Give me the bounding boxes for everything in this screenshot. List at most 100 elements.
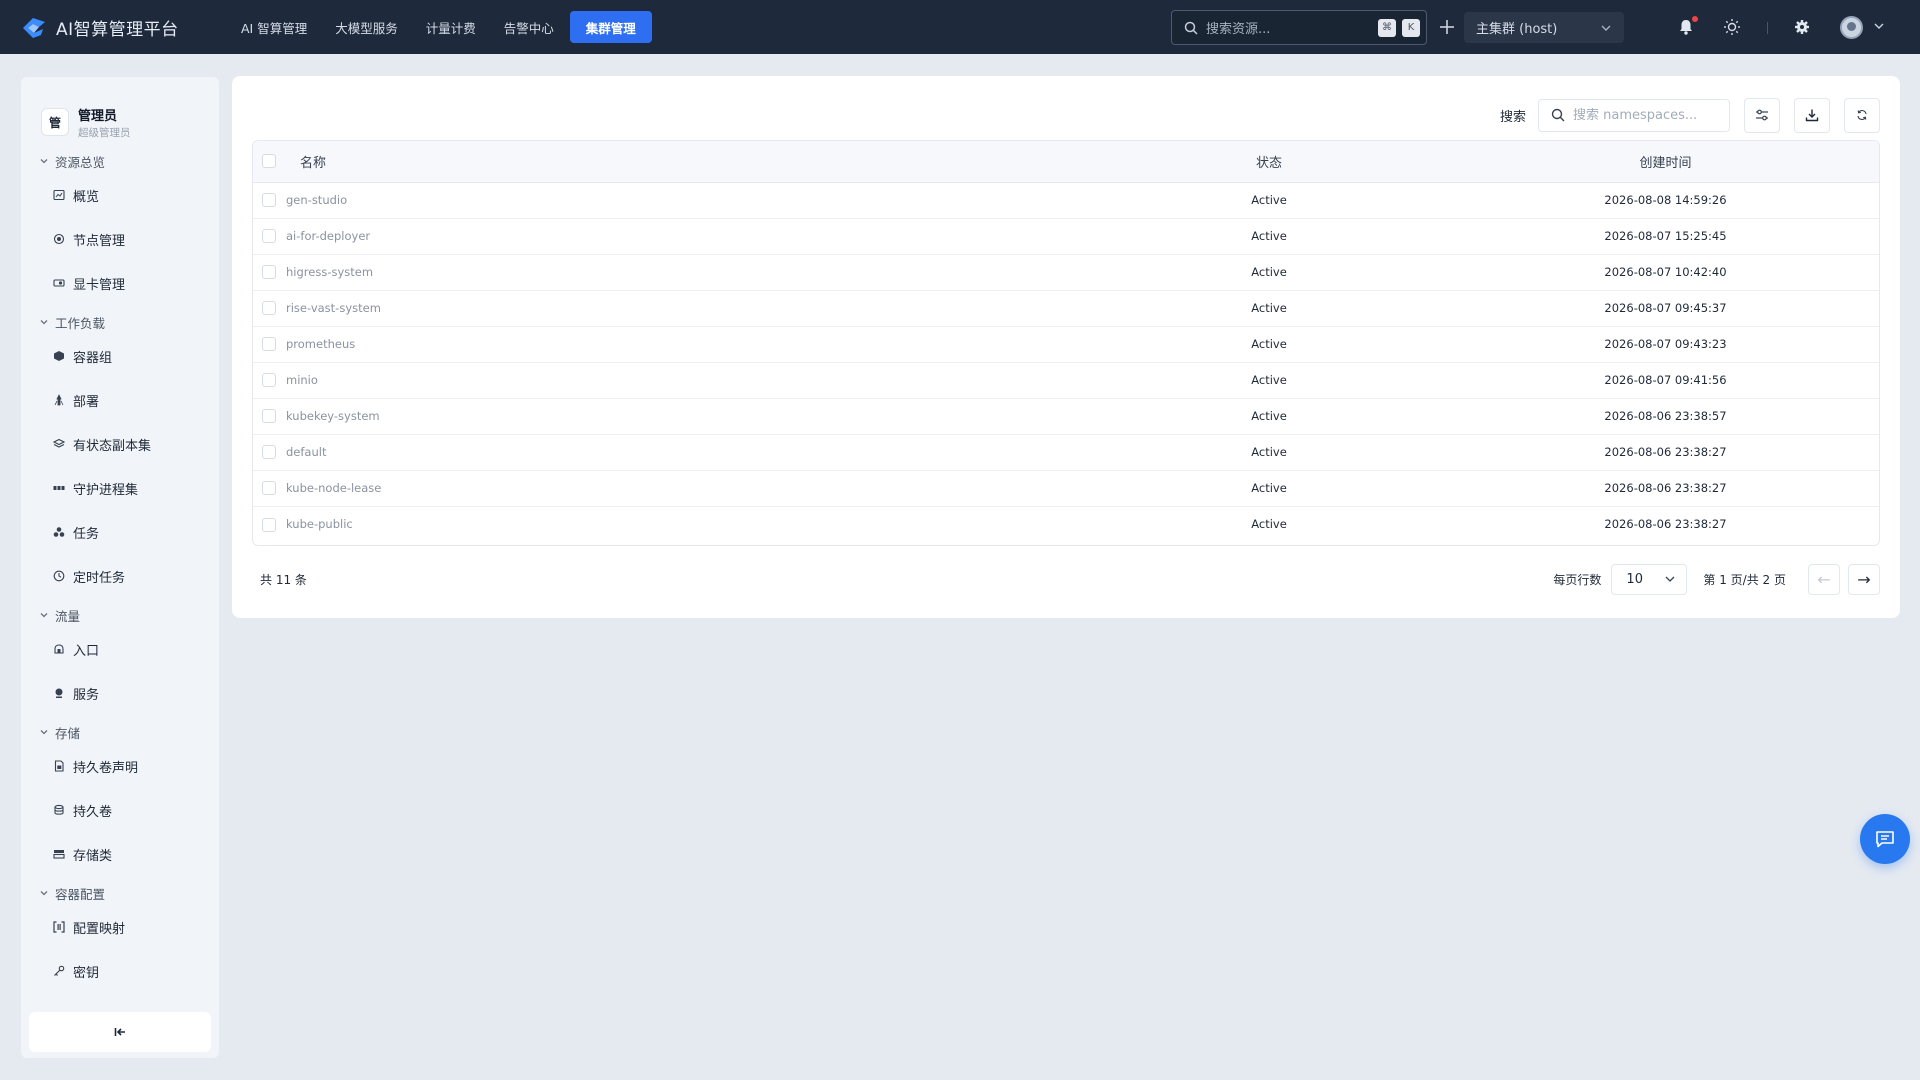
row-checkbox[interactable] [262,301,276,316]
column-header-status[interactable]: 状态 [1086,141,1452,183]
row-checkbox[interactable] [262,193,276,208]
sidebar-item-pods[interactable]: 容器组 [21,342,219,370]
sidebar-item-daemonsets[interactable]: 守护进程集 [21,474,219,502]
sidebar-group-label: 资源总览 [55,154,106,170]
table-row[interactable]: minio Active 2026-08-07 09:41:56 [253,362,1879,399]
table-row[interactable]: kubekey-system Active 2026-08-06 23:38:5… [253,398,1879,435]
namespace-name[interactable]: minio [286,362,1086,399]
table-row[interactable]: higress-system Active 2026-08-07 10:42:4… [253,254,1879,291]
shortcut-key-cmd: ⌘ [1378,18,1396,37]
top-bar: AI智算管理平台 AI 智算管理 大模型服务 计量计费 告警中心 集群管理 搜索… [0,0,1920,54]
row-checkbox[interactable] [262,481,276,496]
sidebar: 管 管理员 超级管理员 资源总览 概览 节点管理 显卡管理 工作负载 容器组 部… [21,77,219,1058]
namespace-name[interactable]: higress-system [286,254,1086,291]
column-header-name[interactable]: 名称 [286,141,1086,183]
sidebar-item-pvc[interactable]: 持久卷声明 [21,752,219,780]
row-checkbox[interactable] [262,517,276,532]
namespace-status: Active [1086,218,1452,255]
key-icon [54,965,65,976]
sidebar-item-gpu[interactable]: 显卡管理 [21,269,219,297]
rows-per-page-select[interactable]: 10 [1611,563,1688,595]
sidebar-group-label: 容器配置 [55,886,106,902]
column-settings-button[interactable] [1744,97,1780,133]
sidebar-item-secrets[interactable]: 密钥 [21,957,219,985]
row-checkbox[interactable] [262,409,276,424]
sidebar-item-jobs[interactable]: 任务 [21,518,219,546]
row-checkbox[interactable] [262,373,276,388]
sidebar-group-traffic[interactable]: 流量 [21,603,219,627]
search-icon [1551,108,1565,122]
table-row[interactable]: kube-public Active 2026-08-06 23:38:27 [253,506,1879,542]
refresh-icon [1857,110,1867,120]
daemonset-icon [53,486,65,490]
row-checkbox[interactable] [262,265,276,280]
sidebar-group-label: 存储 [55,725,81,741]
namespace-name[interactable]: prometheus [286,326,1086,363]
sidebar-item-cronjobs[interactable]: 定时任务 [21,562,219,590]
service-icon [55,688,63,698]
namespace-name[interactable]: rise-vast-system [286,290,1086,327]
table-row[interactable]: rise-vast-system Active 2026-08-07 09:45… [253,290,1879,327]
refresh-button[interactable] [1844,97,1880,133]
namespace-name[interactable]: kubekey-system [286,398,1086,435]
brand[interactable]: AI智算管理平台 [20,13,203,41]
sun-icon[interactable] [1722,17,1742,37]
sidebar-item-pv[interactable]: 持久卷 [21,796,219,824]
sidebar-item-services[interactable]: 服务 [21,679,219,707]
nav-item-billing[interactable]: 计量计费 [412,11,490,43]
sidebar-item-deployments[interactable]: 部署 [21,386,219,414]
namespace-name[interactable]: ai-for-deployer [286,218,1086,255]
sidebar-group-workloads[interactable]: 工作负载 [21,310,219,334]
chat-assistant-button[interactable] [1860,814,1910,864]
namespace-search-input[interactable] [1573,107,1723,123]
sidebar-group-container-config[interactable]: 容器配置 [21,881,219,905]
nav-item-ai-compute[interactable]: AI 智算管理 [227,11,321,43]
nav-item-alerts[interactable]: 告警中心 [490,11,568,43]
sidebar-item-ingress[interactable]: 入口 [21,635,219,663]
sidebar-item-nodes[interactable]: 节点管理 [21,225,219,253]
sidebar-item-statefulsets[interactable]: 有状态副本集 [21,430,219,458]
sidebar-group-storage[interactable]: 存储 [21,720,219,744]
prev-page-button[interactable]: ← [1808,563,1840,595]
add-icon[interactable] [1436,16,1458,38]
nav-item-cluster-management[interactable]: 集群管理 [569,11,652,43]
row-checkbox[interactable] [262,229,276,244]
namespace-status: Active [1251,517,1287,532]
row-checkbox[interactable] [262,445,276,460]
global-search-placeholder: 搜索资源... [1206,22,1271,37]
sidebar-item-overview[interactable]: 概览 [21,181,219,209]
configmap-icon [53,921,65,933]
column-header-created[interactable]: 创建时间 [1452,141,1879,183]
chevron-down-icon[interactable] [1872,19,1886,33]
cluster-select[interactable]: 主集群 (host) [1464,12,1624,43]
sidebar-item-storageclass[interactable]: 存储类 [21,840,219,868]
select-all-checkbox[interactable] [262,154,276,169]
search-label: 搜索 [1499,109,1526,125]
row-checkbox[interactable] [262,337,276,352]
table-header-row: 名称 状态 创建时间 [253,141,1879,183]
table-row[interactable]: kube-node-lease Active 2026-08-06 23:38:… [253,470,1879,507]
table-row[interactable]: prometheus Active 2026-08-07 09:43:23 [253,326,1879,363]
user-card[interactable]: 管 管理员 超级管理员 [21,77,219,149]
sidebar-group-overview[interactable]: 资源总览 [21,149,219,173]
namespace-name[interactable]: default [286,434,1086,471]
namespace-name[interactable]: gen-studio [286,182,1086,219]
next-page-button[interactable]: → [1848,563,1880,595]
sidebar-item-configmaps[interactable]: 配置映射 [21,913,219,941]
table-row[interactable]: default Active 2026-08-06 23:38:27 [253,434,1879,471]
collapse-sidebar-button[interactable] [29,1012,211,1052]
avatar[interactable] [1840,16,1863,39]
nav-item-llm-service[interactable]: 大模型服务 [321,11,412,43]
download-icon [1805,109,1819,122]
pvc-icon [54,760,64,772]
dashboard-icon [53,189,65,201]
gear-icon[interactable] [1792,17,1812,37]
global-search-input[interactable]: 搜索资源... ⌘ K [1171,10,1427,45]
namespace-name[interactable]: kube-public [286,506,1086,542]
namespace-search-field[interactable] [1538,98,1730,132]
namespace-name[interactable]: kube-node-lease [286,470,1086,507]
table-row[interactable]: ai-for-deployer Active 2026-08-07 15:25:… [253,218,1879,255]
namespace-created: 2026-08-06 23:38:57 [1452,398,1879,435]
download-button[interactable] [1794,97,1830,133]
table-row[interactable]: gen-studio Active 2026-08-08 14:59:26 [253,182,1879,219]
